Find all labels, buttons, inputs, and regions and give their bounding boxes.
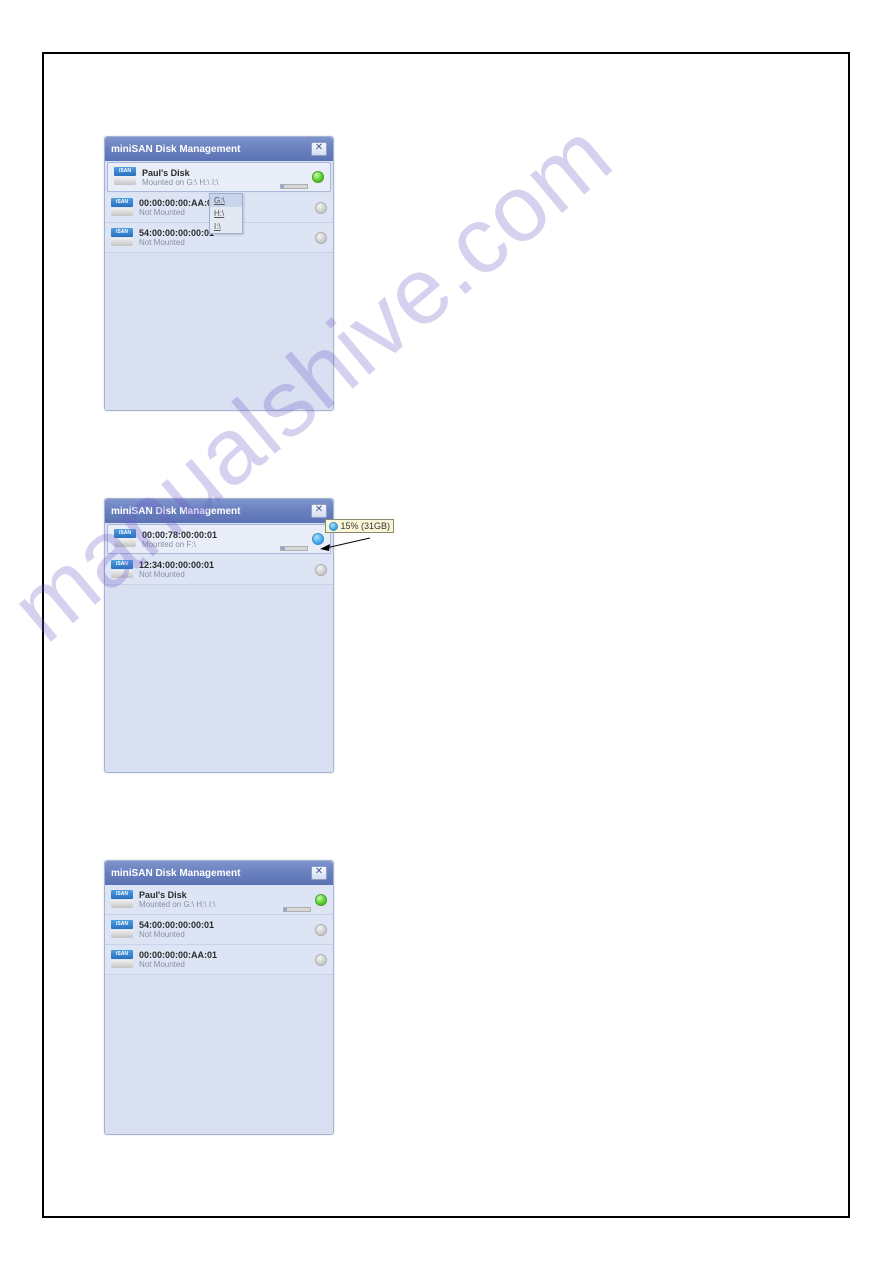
disk-title: Paul's Disk <box>139 890 311 900</box>
disk-row[interactable]: iSAN 54:00:00:00:00:01 Not Mounted <box>105 915 333 945</box>
close-icon[interactable]: ✕ <box>311 142 327 156</box>
panel-2: miniSAN Disk Management ✕ iSAN 00:00:78:… <box>104 498 334 773</box>
status-dot-mounted <box>312 171 324 183</box>
disk-icon: iSAN <box>111 198 133 218</box>
disk-icon: iSAN <box>111 950 133 970</box>
titlebar: miniSAN Disk Management ✕ <box>105 499 333 523</box>
drive-dropdown[interactable]: G:\ H:\ I:\ <box>209 193 243 234</box>
dropdown-item[interactable]: G:\ <box>210 194 242 207</box>
titlebar: miniSAN Disk Management ✕ <box>105 137 333 161</box>
disk-title: 12:34:00:00:00:01 <box>139 560 311 570</box>
disk-subtitle: Not Mounted <box>139 238 311 247</box>
close-icon[interactable]: ✕ <box>311 504 327 518</box>
close-icon[interactable]: ✕ <box>311 866 327 880</box>
disk-title: 00:00:78:00:00:01 <box>142 530 308 540</box>
status-dot-unmounted <box>315 954 327 966</box>
usage-tooltip: 15% (31GB) <box>325 519 394 533</box>
capacity-bar <box>280 546 308 551</box>
status-dot-unmounted <box>315 202 327 214</box>
disk-row[interactable]: iSAN 00:00:00:00:AA:01 Not Mounted G:\ H… <box>105 193 333 223</box>
dropdown-item[interactable]: I:\ <box>210 220 242 233</box>
disk-icon: iSAN <box>111 920 133 940</box>
tooltip-dot-icon <box>329 522 338 531</box>
disk-icon: iSAN <box>114 167 136 187</box>
disk-title: 54:00:00:00:00:01 <box>139 920 311 930</box>
disk-row[interactable]: iSAN Paul's Disk Mounted on G:\ H:\ I:\ <box>107 162 331 192</box>
disk-icon: iSAN <box>114 529 136 549</box>
window-title: miniSAN Disk Management <box>111 506 311 517</box>
window-title: miniSAN Disk Management <box>111 868 311 879</box>
row-text: 00:00:00:00:AA:01 Not Mounted <box>139 950 311 969</box>
disk-icon: iSAN <box>111 890 133 910</box>
row-text: 54:00:00:00:00:01 Not Mounted <box>139 920 311 939</box>
status-dot-unmounted <box>315 924 327 936</box>
disk-row[interactable]: iSAN 00:00:78:00:00:01 Mounted on F:\ 15… <box>107 524 331 554</box>
panel-3: miniSAN Disk Management ✕ iSAN Paul's Di… <box>104 860 334 1135</box>
capacity-bar <box>280 184 308 189</box>
disk-icon: iSAN <box>111 560 133 580</box>
panel-1: miniSAN Disk Management ✕ iSAN Paul's Di… <box>104 136 334 411</box>
disk-title: 00:00:00:00:AA:01 <box>139 950 311 960</box>
status-dot-unmounted <box>315 232 327 244</box>
titlebar: miniSAN Disk Management ✕ <box>105 861 333 885</box>
window-title: miniSAN Disk Management <box>111 144 311 155</box>
status-dot-mounted <box>315 894 327 906</box>
disk-row[interactable]: iSAN 00:00:00:00:AA:01 Not Mounted <box>105 945 333 975</box>
disk-subtitle: Not Mounted <box>139 570 311 579</box>
tooltip-text: 15% (31GB) <box>340 521 390 531</box>
pointer-arrow-icon <box>320 536 370 552</box>
disk-subtitle: Not Mounted <box>139 930 311 939</box>
disk-subtitle: Not Mounted <box>139 960 311 969</box>
disk-row[interactable]: iSAN Paul's Disk Mounted on G:\ H:\ I:\ <box>105 885 333 915</box>
dropdown-item[interactable]: H:\ <box>210 207 242 220</box>
disk-title: Paul's Disk <box>142 168 308 178</box>
disk-icon: iSAN <box>111 228 133 248</box>
capacity-bar <box>283 907 311 912</box>
disk-row[interactable]: iSAN 12:34:00:00:00:01 Not Mounted <box>105 555 333 585</box>
row-text: 12:34:00:00:00:01 Not Mounted <box>139 560 311 579</box>
status-dot-unmounted <box>315 564 327 576</box>
